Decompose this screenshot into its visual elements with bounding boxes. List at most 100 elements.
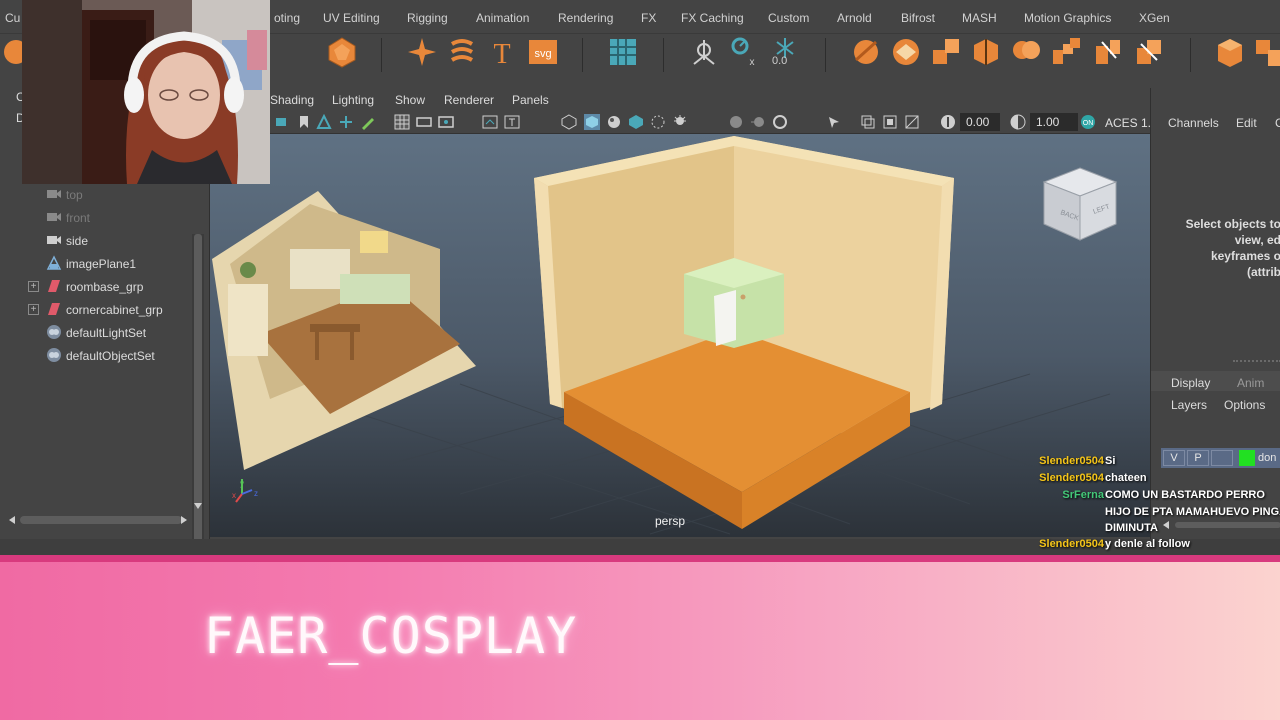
cube-icon[interactable]	[1214, 36, 1246, 68]
menu-panels[interactable]: Panels	[512, 93, 549, 107]
outliner-vertical-scrollbar[interactable]	[192, 234, 204, 584]
viewcube-icon[interactable]: BACK LEFT	[1038, 164, 1122, 244]
shelf-tab-motion-graphics[interactable]: Motion Graphics	[1024, 11, 1111, 25]
tab-display[interactable]: Display	[1171, 376, 1210, 390]
safe-title-icon[interactable]	[504, 114, 520, 130]
backface-icon[interactable]	[904, 114, 920, 130]
stream-chat-overlay: Slender0504 Si Slender0504 chateen SrFer…	[1030, 455, 1280, 555]
polyhedron-icon[interactable]	[326, 36, 358, 68]
svg-text:T: T	[493, 39, 510, 68]
cubes-icon[interactable]	[1254, 36, 1280, 68]
shelf-tab-fx-caching[interactable]: FX Caching	[681, 11, 744, 25]
tab-anim[interactable]: Anim	[1237, 376, 1264, 390]
pencil-icon[interactable]	[360, 114, 376, 130]
menu-renderer[interactable]: Renderer	[444, 93, 494, 107]
grid-icon[interactable]	[607, 36, 639, 68]
outliner-item-roombase-grp[interactable]: + roombase_grp	[0, 276, 190, 298]
exposure-icon[interactable]	[940, 114, 956, 130]
bookmark-icon[interactable]	[296, 114, 312, 130]
gamma-icon[interactable]	[1010, 114, 1026, 130]
shelf-tab-rendering[interactable]: Rendering	[558, 11, 613, 25]
lights-icon[interactable]	[628, 114, 644, 130]
resolution-gate-icon[interactable]	[438, 114, 454, 130]
shelf-tab-arnold[interactable]: Arnold	[837, 11, 872, 25]
tab-channels[interactable]: Channels	[1168, 116, 1219, 130]
channel-name: FAER_COSPLAY	[204, 607, 578, 665]
sculpt-icon[interactable]	[850, 36, 882, 68]
outliner-item-top[interactable]: top	[0, 184, 190, 206]
gamma-field[interactable]: 1.00	[1030, 113, 1078, 131]
mirror-icon[interactable]	[1092, 36, 1124, 68]
outliner-item-imageplane[interactable]: imagePlane1	[0, 253, 190, 275]
colorspace-label[interactable]: ACES 1.	[1105, 116, 1151, 130]
shelf-tab-animation[interactable]: Animation	[476, 11, 529, 25]
image-plane-toggle-icon[interactable]	[316, 114, 332, 130]
shelf-tab-uv-editing[interactable]: UV Editing	[323, 11, 380, 25]
shelf-tab-fx[interactable]: FX	[641, 11, 656, 25]
guide-icon[interactable]	[338, 114, 354, 130]
exposure-field[interactable]: 0.00	[960, 113, 1000, 131]
menu-shading[interactable]: Shading	[270, 93, 314, 107]
panel-divider[interactable]	[1233, 360, 1280, 362]
outliner-item-front[interactable]: front	[0, 207, 190, 229]
scroll-thumb[interactable]	[20, 516, 182, 524]
film-gate-icon[interactable]	[416, 114, 432, 130]
isolate-select-icon[interactable]	[826, 114, 842, 130]
menu-lighting[interactable]: Lighting	[332, 93, 374, 107]
scroll-right-icon[interactable]	[180, 515, 188, 525]
combine-icon[interactable]	[930, 36, 962, 68]
perspective-viewport[interactable]: y z x BACK LEFT persp	[210, 134, 1150, 537]
smooth-shade-icon[interactable]	[584, 114, 600, 130]
text-type-icon[interactable]: T	[486, 36, 518, 68]
uv-icon[interactable]	[890, 36, 922, 68]
scroll-left-icon[interactable]	[8, 515, 16, 525]
shadows-icon[interactable]	[650, 114, 666, 130]
light-bulb-icon[interactable]	[672, 114, 688, 130]
outliner-item-side[interactable]: side	[0, 230, 190, 252]
separate-icon[interactable]	[970, 36, 1002, 68]
expand-icon[interactable]: +	[28, 281, 39, 292]
xray-joints-icon[interactable]	[882, 114, 898, 130]
chat-username: SrFerna	[1062, 489, 1104, 501]
shelf-tab-bifrost[interactable]: Bifrost	[901, 11, 935, 25]
select-camera-icon[interactable]	[274, 114, 290, 130]
motion-blur-icon[interactable]	[750, 114, 766, 130]
scroll-down-icon[interactable]	[193, 501, 203, 511]
sparkle-icon[interactable]	[406, 36, 438, 68]
bevel-icon[interactable]	[1133, 36, 1165, 68]
antialias-icon[interactable]	[772, 114, 788, 130]
locator-icon[interactable]	[688, 36, 720, 68]
menu-layers[interactable]: Layers	[1171, 398, 1207, 412]
channel-box-hint: Select objects to view, ed keyframes o (…	[1185, 217, 1280, 279]
color-management-icon[interactable]: ON	[1080, 114, 1096, 130]
shelf-tab-cut[interactable]: Cu	[5, 11, 20, 25]
tab-object[interactable]: C	[1275, 116, 1280, 130]
boolean-icon[interactable]	[1010, 36, 1042, 68]
textured-icon[interactable]	[606, 114, 622, 130]
scroll-thumb[interactable]	[194, 234, 202, 579]
shelf-tab-mash[interactable]: MASH	[962, 11, 997, 25]
outliner-item-defaultobjectset[interactable]: defaultObjectSet	[0, 345, 190, 367]
shelf-tab-sculpting[interactable]: oting	[274, 11, 300, 25]
extract-icon[interactable]	[1050, 36, 1082, 68]
shelf-tab-rigging[interactable]: Rigging	[407, 11, 448, 25]
ambient-occlusion-icon[interactable]	[728, 114, 744, 130]
menu-options[interactable]: Options	[1224, 398, 1265, 412]
shelf-tab-xgen[interactable]: XGen	[1139, 11, 1170, 25]
expand-icon[interactable]: +	[28, 304, 39, 315]
menu-show[interactable]: Show	[395, 93, 425, 107]
wireframe-icon[interactable]	[561, 114, 577, 130]
tab-edit[interactable]: Edit	[1236, 116, 1257, 130]
chat-text: y denle al follow	[1105, 538, 1190, 550]
outliner-item-defaultlightset[interactable]: defaultLightSet	[0, 322, 190, 344]
measure-icon[interactable]: x	[728, 36, 760, 68]
outliner-item-cornercabinet-grp[interactable]: + cornercabinet_grp	[0, 299, 190, 321]
grid-toggle-icon[interactable]	[394, 114, 410, 130]
outliner-horizontal-scrollbar[interactable]	[8, 514, 188, 526]
chat-text: HIJO DE PTA MAMAHUEVO PINGA	[1105, 506, 1280, 518]
shelf-tab-custom[interactable]: Custom	[768, 11, 809, 25]
svg-icon[interactable]: svg	[527, 36, 559, 68]
sweep-icon[interactable]	[446, 36, 478, 68]
safe-action-icon[interactable]	[482, 114, 498, 130]
xray-icon[interactable]	[860, 114, 876, 130]
